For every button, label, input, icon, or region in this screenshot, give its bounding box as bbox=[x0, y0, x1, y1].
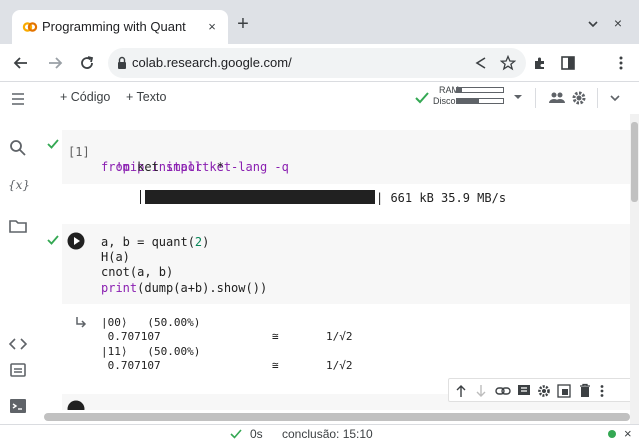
collapse-chevron-icon[interactable] bbox=[608, 91, 622, 105]
address-bar[interactable]: colab.research.google.com/ bbox=[108, 48, 526, 78]
add-code-button[interactable]: + Código bbox=[60, 90, 110, 104]
pip-progress-text: | 661 kB 35.9 MB/s bbox=[376, 191, 507, 205]
files-folder-icon[interactable] bbox=[8, 216, 28, 236]
search-icon[interactable] bbox=[8, 138, 28, 158]
menu-icon[interactable] bbox=[10, 92, 26, 106]
browser-toolbar: colab.research.google.com/ bbox=[0, 44, 639, 82]
link-icon[interactable] bbox=[495, 385, 511, 397]
tab-strip: Programming with Quant × + × bbox=[0, 0, 639, 44]
cell-2-line-4: print(dump(a+b).show()) bbox=[101, 281, 267, 296]
settings-gear-icon[interactable] bbox=[571, 90, 587, 106]
cell-2-line-2: H(a) bbox=[101, 250, 130, 264]
star-icon[interactable] bbox=[500, 55, 516, 71]
from-keyword: from bbox=[101, 160, 130, 174]
share-icon[interactable] bbox=[474, 56, 488, 70]
new-tab-button[interactable]: + bbox=[232, 14, 254, 36]
disk-label: Disco bbox=[433, 96, 456, 106]
pip-progress-bar-left-edge bbox=[140, 190, 141, 204]
output-state-2: |11⟩ (50.00%) bbox=[101, 345, 201, 358]
module-name: ket bbox=[129, 160, 167, 174]
reload-icon[interactable] bbox=[78, 54, 96, 72]
terminal-icon[interactable] bbox=[8, 396, 28, 416]
url-text[interactable]: colab.research.google.com/ bbox=[132, 55, 292, 70]
colab-logo-icon bbox=[22, 19, 38, 35]
browser-menu-icon[interactable] bbox=[618, 55, 624, 71]
cell-settings-icon[interactable] bbox=[537, 384, 551, 398]
ram-meter-fill bbox=[457, 88, 462, 92]
runtime-dropdown-icon[interactable] bbox=[512, 91, 524, 103]
assign-text: a, b = quant( bbox=[101, 235, 195, 249]
import-star: * bbox=[209, 160, 224, 174]
add-text-button[interactable]: + Texto bbox=[126, 90, 166, 104]
disk-meter-fill bbox=[457, 99, 479, 103]
lock-icon[interactable] bbox=[116, 56, 128, 70]
cell-1-line-2: from ket import * bbox=[101, 160, 224, 175]
delete-cell-icon[interactable] bbox=[579, 383, 591, 398]
status-check-icon bbox=[230, 428, 242, 440]
output-state-1: |00⟩ (50.00%) bbox=[101, 316, 201, 329]
cell-toolbar bbox=[448, 378, 634, 402]
move-cell-up-icon[interactable] bbox=[455, 384, 467, 398]
extensions-icon[interactable] bbox=[532, 55, 548, 71]
status-duration: 0s bbox=[250, 427, 263, 441]
cell-2-exec-check-icon bbox=[47, 234, 59, 246]
variables-icon[interactable]: {x} bbox=[8, 178, 30, 198]
status-connected-dot bbox=[608, 430, 616, 438]
horizontal-scrollbar[interactable] bbox=[44, 410, 630, 424]
status-bar: 0s conclusão: 15:10 × bbox=[0, 424, 639, 442]
horizontal-scrollbar-thumb[interactable] bbox=[44, 413, 630, 421]
back-icon[interactable] bbox=[12, 54, 30, 72]
import-keyword: import bbox=[166, 160, 210, 174]
mirror-cell-icon[interactable] bbox=[557, 384, 571, 398]
pip-progress-fill bbox=[145, 190, 375, 204]
tab-title: Programming with Quant bbox=[42, 19, 186, 34]
status-close-icon[interactable]: × bbox=[624, 426, 632, 441]
output-amplitude-2: 0.707107 bbox=[101, 359, 161, 372]
toolbar-divider-2 bbox=[597, 88, 598, 108]
connected-check-icon bbox=[414, 90, 430, 106]
run-cell-button[interactable] bbox=[67, 232, 85, 250]
pip-progress-bar bbox=[145, 190, 375, 204]
code-snippets-icon[interactable] bbox=[8, 334, 28, 354]
tab-search-chevron-icon[interactable] bbox=[585, 16, 601, 32]
disk-meter[interactable] bbox=[456, 98, 504, 104]
cell-2-line-1: a, b = quant(2) bbox=[101, 235, 209, 250]
print-args: (dump(a+b).show()) bbox=[137, 281, 268, 295]
notebook-scrollbar-track[interactable] bbox=[630, 114, 639, 424]
close-paren: ) bbox=[202, 235, 210, 249]
cell-1-exec-count: [1] bbox=[68, 145, 90, 159]
output-approx-2: ≅ bbox=[272, 359, 279, 372]
status-completion: conclusão: 15:10 bbox=[282, 427, 373, 441]
output-fraction-2: 1/√2 bbox=[326, 359, 353, 372]
ram-meter[interactable] bbox=[456, 87, 504, 93]
output-approx-1: ≅ bbox=[272, 330, 279, 343]
toolbar-divider bbox=[535, 88, 536, 108]
forward-icon[interactable] bbox=[46, 54, 64, 72]
tab-close-icon[interactable]: × bbox=[204, 19, 220, 35]
cell-more-icon[interactable] bbox=[599, 384, 605, 398]
users-icon[interactable] bbox=[548, 91, 566, 105]
colab-toolbar: + Código + Texto RAM Disco bbox=[0, 82, 639, 114]
notebook-scrollbar-thumb[interactable] bbox=[631, 122, 638, 202]
cell-2-line-3: cnot(a, b) bbox=[101, 265, 174, 279]
cell-1-exec-check-icon bbox=[47, 138, 59, 150]
print-function: print bbox=[101, 281, 138, 295]
move-cell-down-icon[interactable] bbox=[475, 384, 487, 398]
window-close-button[interactable]: × bbox=[610, 15, 626, 31]
side-panel-icon[interactable] bbox=[560, 55, 576, 71]
browser-tab[interactable]: Programming with Quant × bbox=[12, 10, 228, 44]
output-fraction-1: 1/√2 bbox=[326, 330, 353, 343]
output-amplitude-1: 0.707107 bbox=[101, 330, 161, 343]
command-palette-icon[interactable] bbox=[8, 360, 28, 380]
output-icon[interactable] bbox=[74, 316, 88, 330]
left-rail: {x} bbox=[0, 114, 44, 426]
comment-icon[interactable] bbox=[517, 384, 531, 398]
